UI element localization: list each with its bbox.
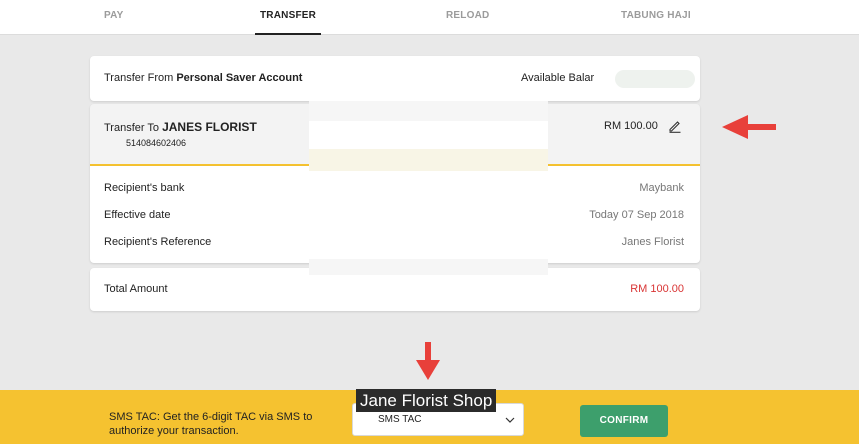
left-arrow-annotation-icon — [722, 115, 776, 139]
detail-value-reference: Janes Florist — [621, 236, 684, 248]
transfer-from-card: Transfer From Personal Saver Account Ava… — [90, 56, 700, 101]
balance-redaction — [615, 70, 695, 88]
chevron-down-icon — [505, 417, 515, 423]
top-tab-bar: PAY TRANSFER RELOAD TABUNG HAJI — [0, 0, 859, 35]
tac-method-value: SMS TAC — [378, 414, 422, 425]
confirm-button[interactable]: CONFIRM — [580, 405, 668, 437]
pencil-icon[interactable] — [668, 119, 682, 133]
tab-pay[interactable]: PAY — [104, 0, 124, 35]
redaction-band — [309, 259, 548, 275]
recipient-name: JANES FLORIST — [162, 120, 257, 134]
total-amount-label: Total Amount — [104, 283, 168, 295]
detail-label-bank: Recipient's bank — [104, 182, 185, 194]
detail-label-effective-date: Effective date — [104, 209, 171, 221]
transfer-to-label: Transfer To JANES FLORIST — [104, 120, 257, 134]
redaction-band — [309, 149, 548, 171]
sms-tac-instructions: SMS TAC: Get the 6-digit TAC via SMS to … — [109, 411, 313, 437]
detail-label-reference: Recipient's Reference — [104, 236, 212, 248]
redaction-band — [309, 101, 548, 121]
transfer-from-label: Transfer From Personal Saver Account — [104, 72, 302, 84]
detail-value-effective-date: Today 07 Sep 2018 — [589, 209, 684, 221]
transfer-from-account: Personal Saver Account — [176, 72, 303, 84]
transfer-amount: RM 100.00 — [604, 120, 658, 132]
transfer-from-prefix: Transfer From — [104, 72, 174, 84]
redaction-strip — [309, 101, 548, 281]
tab-tabung-haji[interactable]: TABUNG HAJI — [621, 0, 691, 35]
annotation-label: Jane Florist Shop — [356, 389, 497, 412]
down-arrow-annotation-icon — [416, 342, 440, 380]
recipient-account-number: 514084602406 — [126, 138, 187, 148]
available-balance-label: Available Balar — [521, 72, 595, 84]
tab-transfer[interactable]: TRANSFER — [254, 0, 322, 35]
tab-reload[interactable]: RELOAD — [446, 0, 489, 35]
detail-value-bank: Maybank — [639, 182, 684, 194]
transfer-to-prefix: Transfer To — [104, 122, 160, 134]
total-amount-value: RM 100.00 — [630, 283, 684, 295]
